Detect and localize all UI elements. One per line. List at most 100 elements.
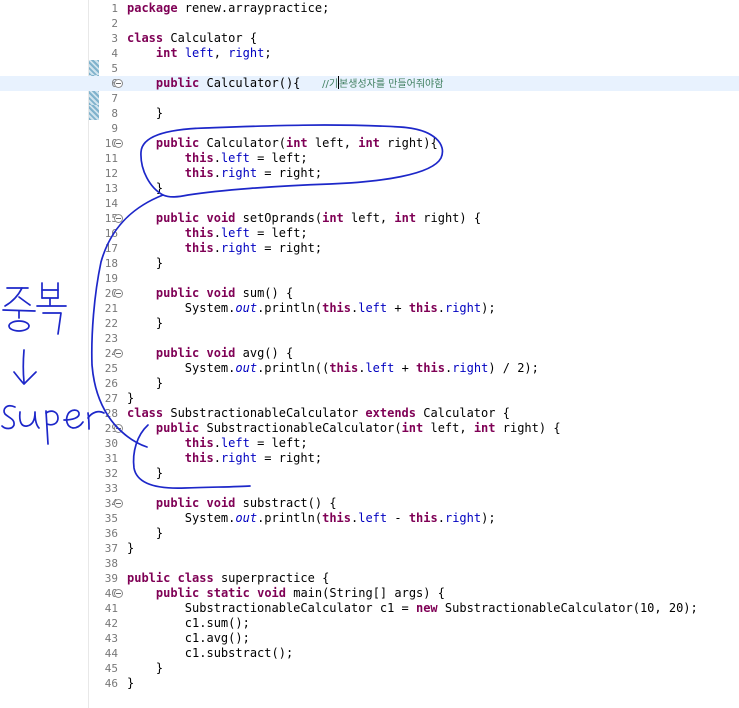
code-text[interactable]: public void substract() { (127, 496, 337, 511)
code-text[interactable]: class Calculator { (127, 31, 257, 46)
fold-toggle-icon[interactable] (114, 424, 123, 433)
code-text[interactable]: System.out.println(this.left - this.righ… (127, 511, 496, 526)
code-line[interactable]: 23 (0, 331, 739, 346)
code-line[interactable]: 6 public Calculator(){ //기본생성자를 만들어줘야함 (0, 76, 739, 91)
code-line[interactable]: 21 System.out.println(this.left + this.r… (0, 301, 739, 316)
code-text[interactable]: this.right = right; (127, 451, 322, 466)
code-line[interactable]: 11 this.left = left; (0, 151, 739, 166)
code-text[interactable]: } (127, 181, 163, 196)
code-text[interactable]: } (127, 106, 163, 121)
code-text[interactable]: this.left = left; (127, 226, 308, 241)
code-text[interactable]: this.left = left; (127, 151, 308, 166)
code-line[interactable]: 41 SubstractionableCalculator c1 = new S… (0, 601, 739, 616)
line-number: 33 (104, 482, 118, 495)
code-line[interactable]: 18 } (0, 256, 739, 271)
code-line[interactable]: 24 public void avg() { (0, 346, 739, 361)
fold-toggle-icon[interactable] (114, 79, 123, 88)
code-line[interactable]: 10 public Calculator(int left, int right… (0, 136, 739, 151)
code-text[interactable]: } (127, 466, 163, 481)
code-line[interactable]: 31 this.right = right; (0, 451, 739, 466)
code-line[interactable]: 36 } (0, 526, 739, 541)
code-line[interactable]: 12 this.right = right; (0, 166, 739, 181)
fold-toggle-icon[interactable] (114, 499, 123, 508)
code-text[interactable]: c1.substract(); (127, 646, 293, 661)
code-line[interactable]: 27} (0, 391, 739, 406)
code-line[interactable]: 45 } (0, 661, 739, 676)
code-line[interactable]: 28 class SubstractionableCalculator exten… (0, 406, 739, 421)
code-text[interactable]: } (127, 376, 163, 391)
fold-toggle-icon[interactable] (114, 349, 123, 358)
code-line[interactable]: 7 (0, 91, 739, 106)
code-text[interactable]: c1.avg(); (127, 631, 250, 646)
code-text[interactable]: public class superpractice { (127, 571, 329, 586)
code-text[interactable]: this.right = right; (127, 241, 322, 256)
code-line[interactable]: 43 c1.avg(); (0, 631, 739, 646)
code-line[interactable]: 34 public void substract() { (0, 496, 739, 511)
code-line[interactable]: 15 public void setOprands(int left, int … (0, 211, 739, 226)
code-text[interactable]: public SubstractionableCalculator(int le… (127, 421, 561, 436)
code-line[interactable]: 19 (0, 271, 739, 286)
code-text[interactable]: } (127, 256, 163, 271)
line-number: 22 (104, 317, 118, 330)
code-line[interactable]: 9 (0, 121, 739, 136)
code-text[interactable]: this.right = right; (127, 166, 322, 181)
code-line[interactable]: 39 public class superpractice { (0, 571, 739, 586)
code-line[interactable]: 35 System.out.println(this.left - this.r… (0, 511, 739, 526)
code-text[interactable]: SubstractionableCalculator c1 = new Subs… (127, 601, 698, 616)
code-line[interactable]: 37} (0, 541, 739, 556)
code-line[interactable]: 40 public static void main(String[] args… (0, 586, 739, 601)
code-text[interactable]: public void sum() { (127, 286, 293, 301)
code-line[interactable]: 5 (0, 61, 739, 76)
fold-toggle-icon[interactable] (114, 589, 123, 598)
fold-toggle-icon[interactable] (114, 139, 123, 148)
code-line[interactable]: 16 this.left = left; (0, 226, 739, 241)
code-line[interactable]: 44 c1.substract(); (0, 646, 739, 661)
code-text[interactable]: } (127, 526, 163, 541)
code-line[interactable]: 4 int left, right; (0, 46, 739, 61)
code-token: System. (127, 301, 236, 315)
code-line[interactable]: 17 this.right = right; (0, 241, 739, 256)
code-line[interactable]: 20 public void sum() { (0, 286, 739, 301)
code-line[interactable]: 42 c1.sum(); (0, 616, 739, 631)
code-line[interactable]: 14 (0, 196, 739, 211)
code-token: } (127, 181, 164, 195)
code-line[interactable]: 22 } (0, 316, 739, 331)
code-line[interactable]: 46} (0, 676, 739, 691)
code-text[interactable]: public Calculator(int left, int right){ (127, 136, 438, 151)
code-line[interactable]: 30 this.left = left; (0, 436, 739, 451)
code-text[interactable]: public void setOprands(int left, int rig… (127, 211, 481, 226)
code-text[interactable]: } (127, 541, 134, 556)
code-text[interactable]: } (127, 316, 163, 331)
code-text[interactable]: } (127, 676, 134, 691)
fold-toggle-icon[interactable] (114, 289, 123, 298)
code-line[interactable]: 26 } (0, 376, 739, 391)
code-line[interactable]: 1 package renew.arraypractice; (0, 1, 739, 16)
code-text[interactable]: public Calculator(){ //기본생성자를 만들어줘야함 (127, 76, 443, 92)
code-line[interactable]: 3 class Calculator { (0, 31, 739, 46)
code-editor[interactable]: 1 package renew.arraypractice; 2 3 class Cal… (0, 0, 739, 708)
code-text[interactable]: class SubstractionableCalculator extends… (127, 406, 510, 421)
code-token: this (408, 511, 438, 525)
code-text[interactable]: public static void main(String[] args) { (127, 586, 445, 601)
code-line[interactable]: 8 } (0, 106, 739, 121)
code-text[interactable]: System.out.println(this.left + this.righ… (127, 301, 496, 316)
code-text[interactable]: this.left = left; (127, 436, 308, 451)
code-text[interactable]: System.out.println((this.left + this.rig… (127, 361, 539, 376)
code-text[interactable]: int left, right; (127, 46, 272, 61)
code-line[interactable]: 25 System.out.println((this.left + this.… (0, 361, 739, 376)
code-text[interactable]: public void avg() { (127, 346, 293, 361)
code-line[interactable]: 29 public SubstractionableCalculator(int… (0, 421, 739, 436)
code-line[interactable]: 2 (0, 16, 739, 31)
code-text[interactable]: package renew.arraypractice; (127, 1, 329, 16)
code-token: } (127, 676, 135, 690)
code-token: left, (423, 421, 474, 435)
code-line[interactable]: 13 } (0, 181, 739, 196)
code-line[interactable]: 32 } (0, 466, 739, 481)
code-line[interactable]: 38 (0, 556, 739, 571)
code-text[interactable]: c1.sum(); (127, 616, 250, 631)
fold-toggle-icon[interactable] (114, 214, 123, 223)
code-text[interactable]: } (127, 661, 163, 676)
code-line[interactable]: 33 (0, 481, 739, 496)
code-text[interactable]: } (127, 391, 134, 406)
